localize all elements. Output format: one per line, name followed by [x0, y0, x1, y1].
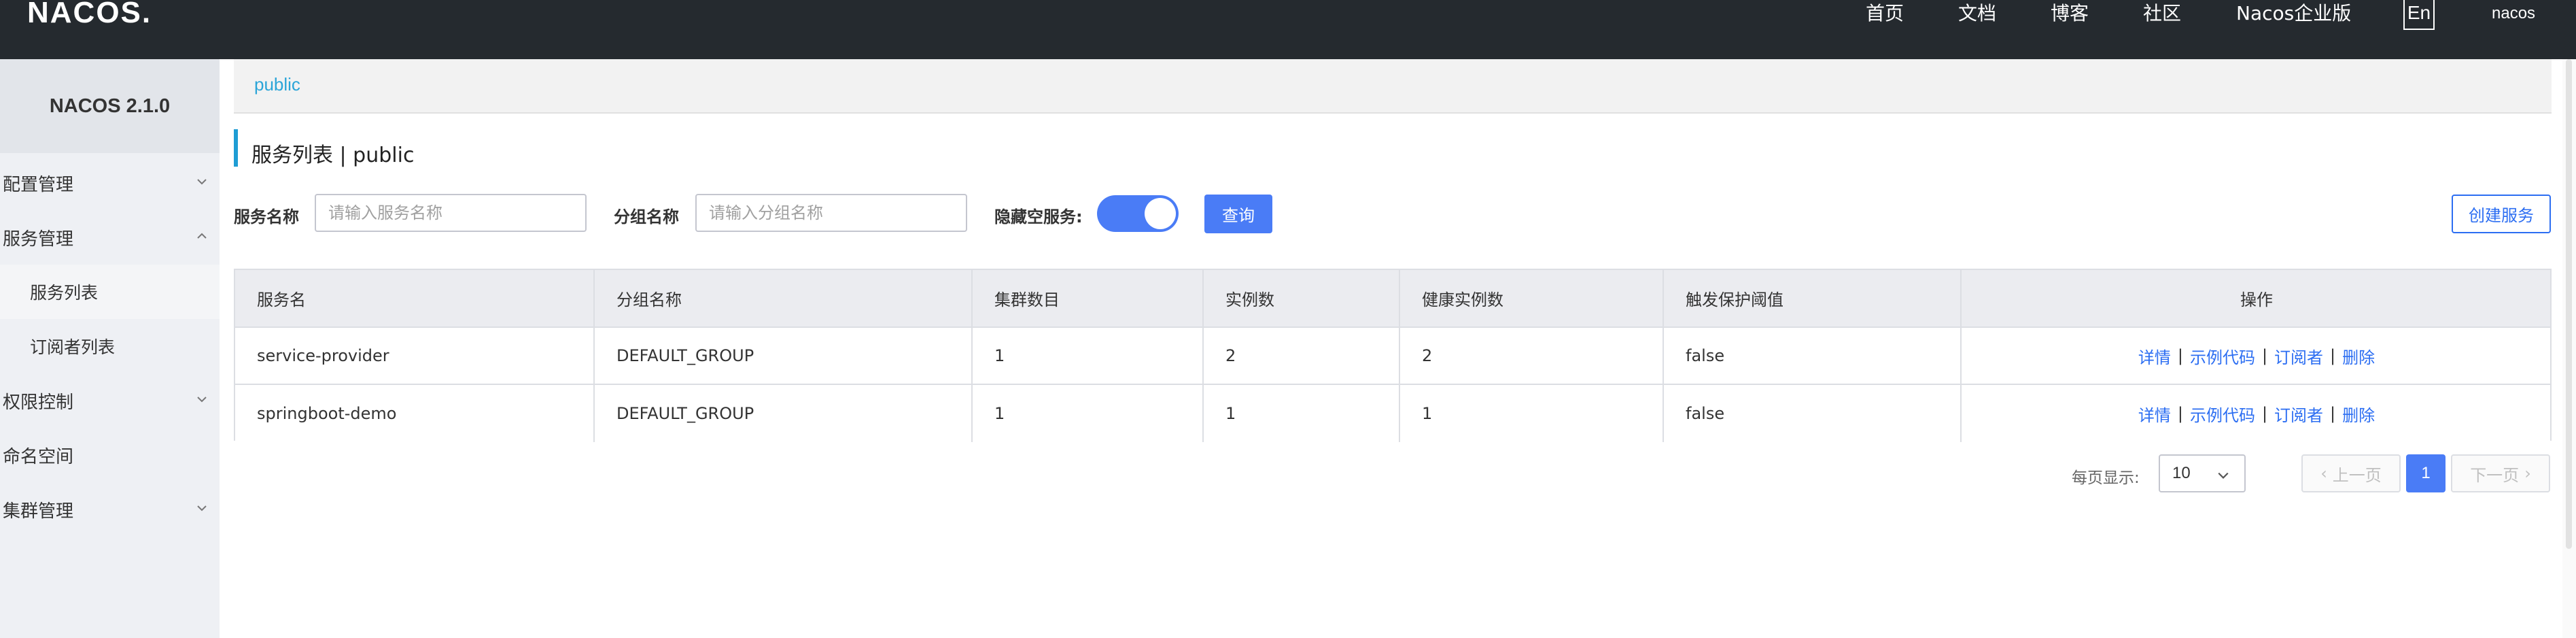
- sidebar-item-label: 配置管理: [3, 174, 74, 195]
- next-page-button[interactable]: 下一页 ›: [2451, 454, 2550, 492]
- chevron-right-icon: ›: [2524, 464, 2531, 483]
- sidebar-item-service-list[interactable]: 服务列表: [0, 265, 220, 319]
- chevron-down-icon: [197, 505, 207, 511]
- sidebar: NACOS 2.1.0 配置管理 服务管理 服务列表 订阅者列表 权限控制 命名…: [0, 59, 220, 638]
- language-switch-button[interactable]: En: [2403, 0, 2435, 30]
- version-box: NACOS 2.1.0: [0, 59, 220, 153]
- column-header: 操作: [2240, 290, 2273, 309]
- table-row: springboot-demo DEFAULT_GROUP 1 1 1 fals…: [235, 385, 2550, 442]
- sample-code-link[interactable]: 示例代码: [2190, 402, 2255, 426]
- cell-service-name: service-provider: [235, 328, 595, 384]
- sidebar-item-label: 命名空间: [3, 446, 74, 467]
- sample-code-link[interactable]: 示例代码: [2190, 344, 2255, 368]
- group-name-input[interactable]: [695, 194, 967, 232]
- prev-page-button[interactable]: ‹ 上一页: [2301, 454, 2401, 492]
- delete-link[interactable]: 删除: [2342, 402, 2375, 426]
- create-service-button[interactable]: 创建服务: [2452, 195, 2551, 233]
- subscribers-link[interactable]: 订阅者: [2274, 344, 2323, 368]
- table-header: 服务名 分组名称 集群数目 实例数 健康实例数 触发保护阈值 操作: [235, 270, 2550, 328]
- sidebar-item-namespace[interactable]: 命名空间: [0, 428, 220, 482]
- sidebar-item-label: 服务管理: [3, 229, 74, 250]
- cell-protect-threshold: false: [1664, 385, 1962, 442]
- nav-link-blog[interactable]: 博客: [2051, 0, 2089, 27]
- group-name-label: 分组名称: [614, 207, 679, 226]
- chevron-down-icon: [197, 179, 207, 185]
- cell-service-name: springboot-demo: [235, 385, 595, 442]
- cell-cluster-count: 1: [973, 385, 1204, 442]
- column-header: 分组名称: [595, 270, 973, 326]
- sidebar-item-cluster-management[interactable]: 集群管理: [0, 482, 220, 537]
- cell-group-name: DEFAULT_GROUP: [595, 385, 973, 442]
- query-button[interactable]: 查询: [1204, 195, 1272, 233]
- nav-link-home[interactable]: 首页: [1866, 0, 1904, 27]
- current-page-button[interactable]: 1: [2406, 454, 2446, 492]
- details-link[interactable]: 详情: [2138, 344, 2171, 368]
- chevron-down-icon: [197, 397, 207, 403]
- namespace-breadcrumb-bar: public: [234, 59, 2552, 114]
- page-size-label: 每页显示:: [2072, 469, 2140, 487]
- cell-healthy-count: 2: [1400, 328, 1664, 384]
- namespace-link-public[interactable]: public: [254, 74, 300, 95]
- cell-actions: 详情 | 示例代码 | 订阅者 | 删除: [1962, 328, 2552, 384]
- service-name-input[interactable]: [315, 194, 587, 232]
- sidebar-item-service-management[interactable]: 服务管理: [0, 210, 220, 265]
- cell-group-name: DEFAULT_GROUP: [595, 328, 973, 384]
- separator: |: [2261, 404, 2268, 423]
- version-label: NACOS 2.1.0: [49, 95, 171, 117]
- column-header: 服务名: [235, 270, 595, 326]
- service-name-label: 服务名称: [234, 207, 299, 226]
- table-row: service-provider DEFAULT_GROUP 1 2 2 fal…: [235, 328, 2550, 385]
- column-header: 触发保护阈值: [1664, 270, 1962, 326]
- separator: |: [2177, 404, 2183, 423]
- page-scrollbar[interactable]: [2562, 59, 2576, 638]
- cell-protect-threshold: false: [1664, 328, 1962, 384]
- next-page-label: 下一页: [2470, 465, 2520, 485]
- chevron-up-icon: [197, 233, 207, 239]
- page-size-select[interactable]: 10: [2159, 454, 2246, 492]
- cell-healthy-count: 1: [1400, 385, 1664, 442]
- nav-link-enterprise[interactable]: Nacos企业版: [2236, 0, 2351, 27]
- toggle-knob: [1145, 198, 1176, 229]
- cell-actions: 详情 | 示例代码 | 订阅者 | 删除: [1962, 385, 2552, 442]
- user-name[interactable]: nacos: [2492, 0, 2535, 27]
- page-size-value: 10: [2172, 464, 2191, 482]
- prev-page-label: 上一页: [2332, 465, 2382, 485]
- sidebar-item-subscriber-list[interactable]: 订阅者列表: [0, 319, 220, 373]
- title-accent-bar: [234, 129, 238, 167]
- sidebar-item-label: 服务列表: [30, 283, 99, 303]
- sidebar-item-label: 权限控制: [3, 392, 74, 413]
- column-header: 集群数目: [973, 270, 1204, 326]
- logo-text: NACOS.: [27, 0, 152, 29]
- cell-instance-count: 1: [1204, 385, 1400, 442]
- sidebar-item-access-control[interactable]: 权限控制: [0, 373, 220, 428]
- column-header: 健康实例数: [1400, 270, 1664, 326]
- subscribers-link[interactable]: 订阅者: [2274, 402, 2323, 426]
- details-link[interactable]: 详情: [2138, 402, 2171, 426]
- sidebar-item-label: 订阅者列表: [30, 337, 116, 357]
- column-header: 实例数: [1204, 270, 1400, 326]
- separator: |: [2177, 346, 2183, 365]
- separator: |: [2330, 346, 2336, 365]
- cell-cluster-count: 1: [973, 328, 1204, 384]
- nacos-logo[interactable]: NACOS.: [27, 0, 152, 30]
- nav-link-docs[interactable]: 文档: [1958, 0, 1996, 27]
- page-title: 服务列表 | public: [251, 144, 415, 167]
- scrollbar-thumb[interactable]: [2566, 59, 2572, 549]
- delete-link[interactable]: 删除: [2342, 344, 2375, 368]
- hide-empty-services-toggle[interactable]: [1097, 195, 1179, 232]
- sidebar-item-label: 集群管理: [3, 501, 74, 522]
- hide-empty-services-label: 隐藏空服务:: [994, 207, 1083, 226]
- sidebar-item-config-management[interactable]: 配置管理: [0, 156, 220, 210]
- top-navbar: NACOS. 首页 文档 博客 社区 Nacos企业版 En nacos: [0, 0, 2576, 59]
- service-table: 服务名 分组名称 集群数目 实例数 健康实例数 触发保护阈值 操作 servic…: [234, 269, 2552, 442]
- separator: |: [2261, 346, 2268, 365]
- cell-instance-count: 2: [1204, 328, 1400, 384]
- chevron-left-icon: ‹: [2320, 464, 2327, 483]
- chevron-down-icon: [2218, 472, 2229, 479]
- nav-link-community[interactable]: 社区: [2143, 0, 2181, 27]
- separator: |: [2330, 404, 2336, 423]
